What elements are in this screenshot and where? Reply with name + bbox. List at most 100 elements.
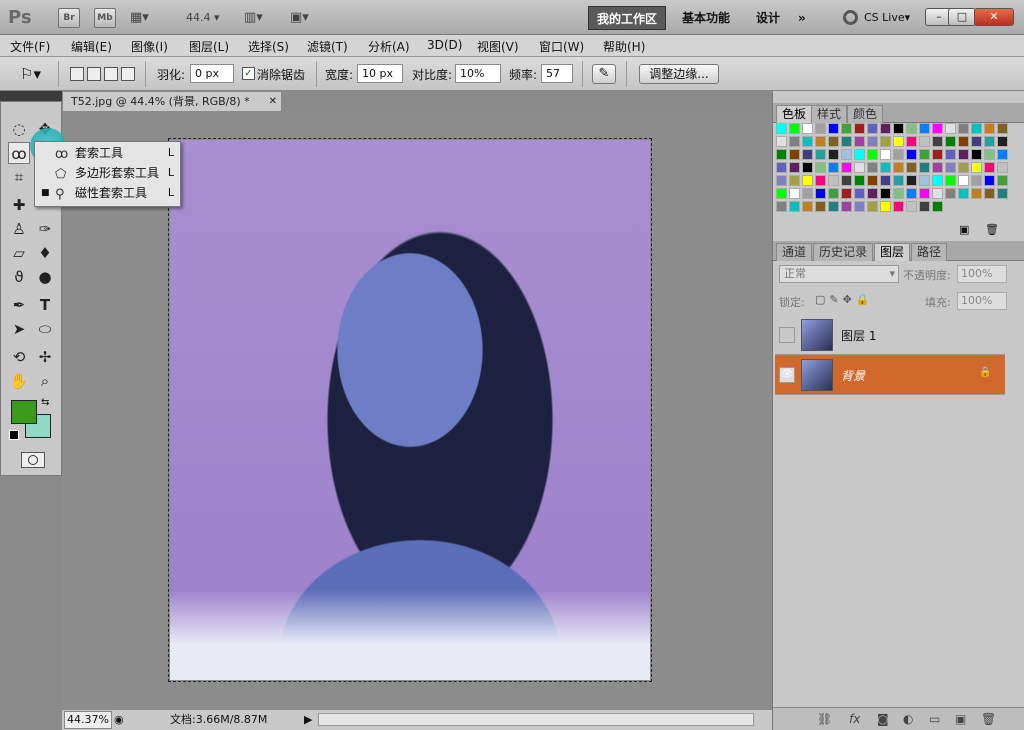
menu-3d[interactable]: 3D(D) [427, 38, 462, 52]
menu-help[interactable]: 帮助(H) [603, 38, 645, 55]
arrange-documents-icon[interactable]: ▥▾ [244, 10, 263, 25]
color-swatch[interactable] [971, 123, 982, 134]
color-swatch[interactable] [945, 123, 956, 134]
color-swatch[interactable] [776, 188, 787, 199]
color-swatch[interactable] [789, 162, 800, 173]
contrast-input[interactable]: 10% [455, 64, 501, 83]
color-swatch[interactable] [841, 201, 852, 212]
color-swatch[interactable] [815, 188, 826, 199]
color-swatch[interactable] [776, 201, 787, 212]
link-layers-icon[interactable]: ⛓ [817, 712, 832, 726]
color-swatch[interactable] [828, 188, 839, 199]
color-swatch[interactable] [789, 136, 800, 147]
color-swatch[interactable] [776, 123, 787, 134]
layer-row[interactable]: 图层 1 [775, 315, 1005, 355]
feather-input[interactable]: 0 px [190, 64, 234, 83]
color-swatch[interactable] [932, 188, 943, 199]
color-swatch[interactable] [789, 149, 800, 160]
workspace-more[interactable]: » [790, 6, 814, 30]
color-swatch[interactable] [815, 175, 826, 186]
new-layer-icon[interactable]: ▣ [955, 712, 966, 726]
color-swatch[interactable] [815, 201, 826, 212]
layer-mask-icon[interactable]: ◙ [877, 712, 889, 726]
new-swatch-icon[interactable]: ▣ [959, 223, 969, 236]
color-swatch[interactable] [893, 201, 904, 212]
layer-style-icon[interactable]: fx [849, 712, 860, 726]
status-menu-arrow-icon[interactable]: ▶ [304, 710, 312, 729]
color-swatch[interactable] [841, 136, 852, 147]
workspace-essentials[interactable]: 基本功能 [674, 6, 738, 30]
color-swatch[interactable] [906, 162, 917, 173]
color-swatch[interactable] [919, 175, 930, 186]
color-swatch[interactable] [893, 162, 904, 173]
color-swatch[interactable] [984, 149, 995, 160]
color-swatch[interactable] [906, 175, 917, 186]
color-swatch[interactable] [945, 149, 956, 160]
delete-swatch-icon[interactable]: 🗑 [985, 223, 999, 236]
color-swatch[interactable] [971, 149, 982, 160]
color-swatch[interactable] [919, 123, 930, 134]
color-swatch[interactable] [945, 175, 956, 186]
color-swatch[interactable] [854, 175, 865, 186]
color-swatch[interactable] [971, 136, 982, 147]
menu-file[interactable]: 文件(F) [10, 38, 50, 55]
color-swatch[interactable] [906, 201, 917, 212]
color-swatch[interactable] [958, 175, 969, 186]
color-swatch[interactable] [815, 162, 826, 173]
color-swatch[interactable] [841, 188, 852, 199]
color-swatch[interactable] [880, 123, 891, 134]
zoom-level-dropdown[interactable]: 44.4 ▾ [186, 11, 220, 24]
bridge-button[interactable]: Br [58, 8, 80, 28]
color-swatch[interactable] [906, 123, 917, 134]
color-swatch[interactable] [919, 136, 930, 147]
document-tab[interactable]: T52.jpg @ 44.4% (背景, RGB/8) * ✕ [62, 91, 282, 111]
flyout-polygonal-lasso[interactable]: ⬠ 多边形套索工具 L [35, 163, 180, 183]
color-swatch[interactable] [802, 175, 813, 186]
color-swatch[interactable] [893, 123, 904, 134]
color-swatch[interactable] [893, 136, 904, 147]
color-swatch[interactable] [958, 162, 969, 173]
color-swatch[interactable] [828, 123, 839, 134]
color-swatch[interactable] [789, 175, 800, 186]
screen-mode-icon[interactable]: ▣▾ [290, 10, 309, 25]
default-colors-icon[interactable] [9, 430, 19, 440]
color-swatch[interactable] [776, 162, 787, 173]
color-swatch[interactable] [854, 201, 865, 212]
color-swatch[interactable] [984, 136, 995, 147]
color-swatch[interactable] [893, 188, 904, 199]
tab-history[interactable]: 历史记录 [813, 243, 874, 261]
3d-orbit-icon[interactable]: ✢ [34, 346, 56, 368]
tool-preset-picker[interactable]: ⚐▾ [20, 65, 41, 83]
color-swatch[interactable] [880, 162, 891, 173]
color-swatch[interactable] [906, 136, 917, 147]
menu-edit[interactable]: 编辑(E) [71, 38, 112, 55]
color-swatch[interactable] [828, 175, 839, 186]
color-swatch[interactable] [997, 123, 1008, 134]
healing-brush-icon[interactable]: ✚ [8, 194, 30, 216]
color-swatch[interactable] [932, 136, 943, 147]
color-swatch[interactable] [841, 123, 852, 134]
color-swatch[interactable] [815, 149, 826, 160]
hand-tool-icon[interactable]: ✋ [8, 370, 30, 392]
color-swatch[interactable] [880, 201, 891, 212]
mini-bridge-button[interactable]: Mb [94, 8, 116, 28]
color-swatch[interactable] [867, 188, 878, 199]
subtract-selection-icon[interactable] [104, 67, 118, 81]
color-swatch[interactable] [789, 201, 800, 212]
color-swatch[interactable] [997, 162, 1008, 173]
color-swatch[interactable] [880, 175, 891, 186]
swap-colors-icon[interactable]: ⇆ [41, 397, 49, 408]
tablet-pressure-icon[interactable]: ✎ [592, 64, 616, 84]
color-swatch[interactable] [919, 201, 930, 212]
color-swatch[interactable] [932, 149, 943, 160]
3d-rotate-icon[interactable]: ⟲ [8, 346, 30, 368]
color-swatch[interactable] [906, 149, 917, 160]
tab-styles[interactable]: 样式 [811, 105, 848, 123]
color-swatch[interactable] [802, 123, 813, 134]
color-swatch[interactable] [828, 149, 839, 160]
color-swatch[interactable] [945, 162, 956, 173]
fill-input[interactable]: 100% [957, 292, 1007, 310]
color-swatch[interactable] [997, 175, 1008, 186]
color-swatch[interactable] [802, 162, 813, 173]
color-swatch[interactable] [958, 123, 969, 134]
